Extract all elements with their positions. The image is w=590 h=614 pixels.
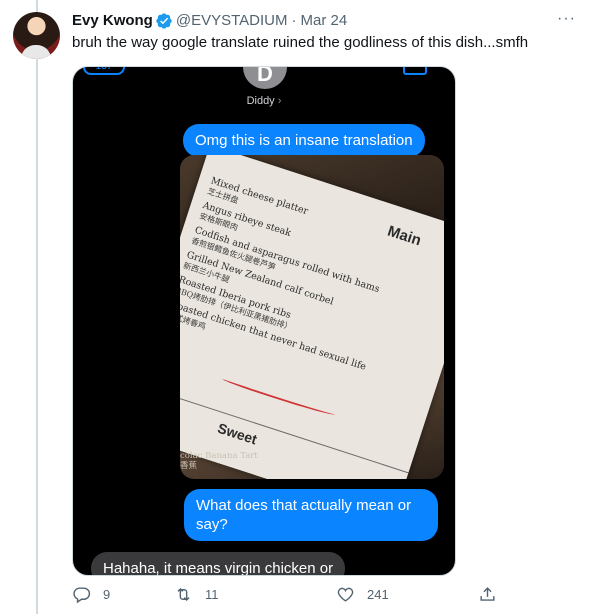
author-handle[interactable]: @EVYSTADIUM bbox=[176, 11, 288, 31]
video-call-icon bbox=[403, 67, 427, 75]
retweet-button[interactable]: 11 bbox=[174, 585, 219, 604]
tweet-media-screenshot[interactable]: 137 D Diddy › Omg this is an insane tran… bbox=[72, 66, 456, 576]
tweet-date[interactable]: Mar 24 bbox=[301, 11, 348, 31]
reply-button[interactable]: 9 bbox=[72, 585, 110, 604]
verified-badge-icon bbox=[155, 12, 173, 30]
author-avatar[interactable] bbox=[13, 12, 60, 59]
heart-icon bbox=[337, 587, 354, 602]
menu-card: Main Mixed cheese platter 芝士拼盘 Angus rib… bbox=[180, 155, 444, 479]
tweet-header: Evy Kwong @EVYSTADIUM · Mar 24 bbox=[72, 11, 347, 31]
thread-line bbox=[36, 0, 38, 614]
retweet-count: 11 bbox=[205, 587, 219, 602]
share-button[interactable] bbox=[478, 585, 509, 604]
reply-icon bbox=[73, 587, 91, 604]
like-button[interactable]: 241 bbox=[336, 585, 389, 604]
separator-dot: · bbox=[291, 12, 297, 29]
more-options-icon[interactable]: ··· bbox=[557, 10, 576, 28]
like-count: 241 bbox=[367, 587, 389, 602]
menu-footer: colac Banana Tart 香蕉 bbox=[180, 451, 258, 471]
menu-footer-en: colac Banana Tart bbox=[180, 451, 258, 461]
message-bubble-sent: What does that actually mean or say? bbox=[184, 489, 438, 541]
menu-footer-zh: 香蕉 bbox=[180, 461, 198, 471]
red-underline-annotation bbox=[221, 375, 336, 418]
menu-sweet-heading: Sweet bbox=[215, 419, 260, 448]
tweet-actions: 9 11 241 bbox=[64, 585, 514, 613]
retweet-icon bbox=[177, 587, 190, 602]
contact-avatar: D bbox=[243, 67, 287, 89]
contact-name-row: Diddy › bbox=[73, 95, 455, 107]
chevron-right-icon: › bbox=[277, 95, 282, 107]
menu-photo: Main Mixed cheese platter 芝士拼盘 Angus rib… bbox=[180, 155, 444, 479]
message-bubble-sent: Omg this is an insane translation bbox=[183, 124, 425, 157]
share-icon bbox=[480, 587, 495, 601]
tweet-text: bruh the way google translate ruined the… bbox=[72, 34, 529, 51]
reply-count: 9 bbox=[103, 587, 111, 602]
message-bubble-received: Hahaha, it means virgin chicken or bbox=[91, 552, 346, 575]
contact-name: Diddy bbox=[246, 95, 275, 107]
author-name[interactable]: Evy Kwong bbox=[72, 11, 153, 31]
back-count-badge: 137 bbox=[83, 67, 125, 75]
